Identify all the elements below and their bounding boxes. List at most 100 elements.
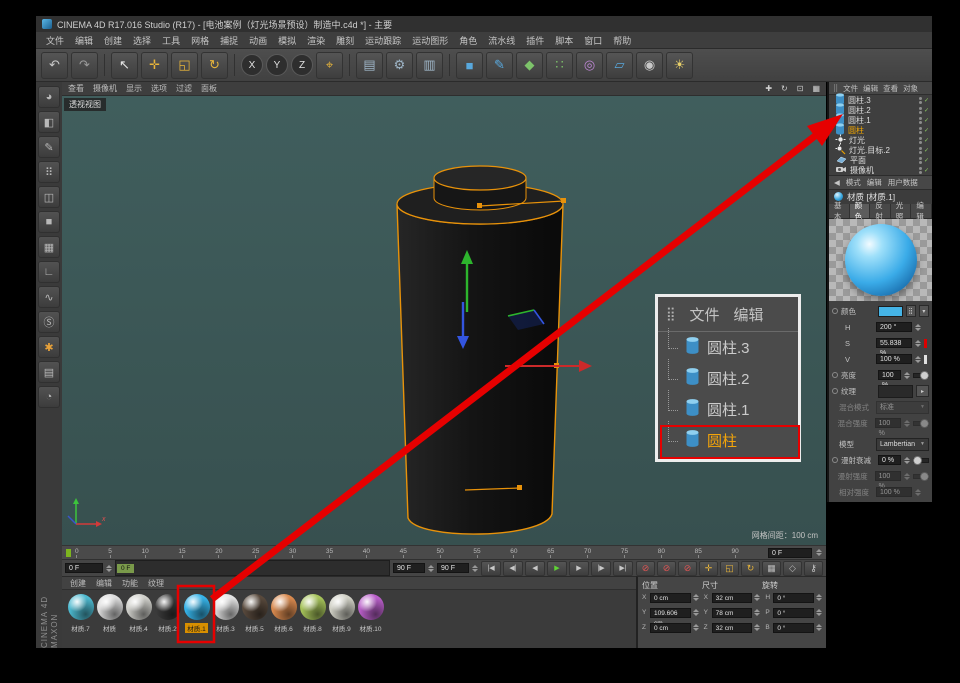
material-item[interactable]: 材质.5 <box>240 594 269 633</box>
current-frame-marker[interactable] <box>66 549 71 557</box>
texture-link-field[interactable] <box>878 385 913 398</box>
menu-item-4[interactable]: 工具 <box>162 34 180 47</box>
y-axis-button[interactable]: Y <box>266 54 288 76</box>
coord-spinner[interactable] <box>693 594 699 601</box>
goto-end-button[interactable]: ▶| <box>613 561 633 576</box>
axis-mode-icon[interactable]: ∟ <box>38 261 60 283</box>
coord-spinner[interactable] <box>754 594 760 601</box>
inset-menu-item-0[interactable]: 文件 <box>690 304 720 325</box>
value-field[interactable]: 200 ° <box>876 322 912 332</box>
value-spinner[interactable] <box>915 340 921 347</box>
swatch-menu-button[interactable]: ▾ <box>919 305 929 317</box>
value-field[interactable]: 100 % <box>875 418 901 428</box>
material-item[interactable]: 材质.1 <box>182 594 211 633</box>
material-item[interactable]: 材质.2 <box>153 594 182 633</box>
material-menu-item-1[interactable]: 编辑 <box>96 578 112 589</box>
spline-pen-icon[interactable]: ✎ <box>486 52 513 79</box>
enabled-check[interactable]: ✓ <box>924 107 929 114</box>
play-button[interactable]: ▶ <box>547 561 567 576</box>
coord-value-field[interactable]: 78 cm <box>712 608 753 618</box>
enabled-check[interactable]: ✓ <box>924 167 929 174</box>
visibility-dots[interactable] <box>919 157 922 164</box>
snap-icon[interactable]: ✱ <box>38 336 60 358</box>
edge-mode-icon[interactable]: ◫ <box>38 186 60 208</box>
coord-system-icon[interactable]: ⌖ <box>316 52 343 79</box>
visibility-dots[interactable] <box>919 127 922 134</box>
value-slider[interactable] <box>913 421 929 426</box>
select-tool-icon[interactable]: ↖ <box>111 52 138 79</box>
orbit-view-icon[interactable]: ↻ <box>781 84 788 93</box>
coord-spinner[interactable] <box>693 609 699 616</box>
back-icon[interactable]: ◀ <box>834 178 840 187</box>
deform-icon[interactable]: ◎ <box>576 52 603 79</box>
autokey-button[interactable]: ⊘ <box>657 561 676 576</box>
end-frame-field[interactable]: 90 F <box>393 563 425 573</box>
tab-4[interactable]: 光照 <box>891 204 912 218</box>
range-end-spinner[interactable] <box>472 565 478 572</box>
coord-spinner[interactable] <box>816 609 822 616</box>
menu-item-7[interactable]: 动画 <box>249 34 267 47</box>
visibility-dots[interactable] <box>919 117 922 124</box>
pan-view-icon[interactable]: ✚ <box>765 84 772 93</box>
render-settings-icon[interactable]: ⚙ <box>386 52 413 79</box>
object-menu-item-0[interactable]: 文件 <box>843 83 858 94</box>
menu-item-0[interactable]: 文件 <box>46 34 64 47</box>
enabled-check[interactable]: ✓ <box>924 117 929 124</box>
menu-item-8[interactable]: 模拟 <box>278 34 296 47</box>
material-item[interactable]: 材质 <box>95 594 124 633</box>
spline-icon[interactable]: ∿ <box>38 286 60 308</box>
menu-item-18[interactable]: 帮助 <box>613 34 631 47</box>
visibility-dots[interactable] <box>919 167 922 174</box>
record-scale-button[interactable]: ◱ <box>720 561 739 576</box>
rotate-tool-icon[interactable]: ↻ <box>201 52 228 79</box>
material-item[interactable]: 材质.9 <box>327 594 356 633</box>
value-slider[interactable] <box>913 373 929 378</box>
tab-5[interactable]: 编辑 <box>911 204 932 218</box>
enabled-check[interactable]: ✓ <box>924 137 929 144</box>
toggle-view-icon[interactable]: ▦ <box>812 84 820 93</box>
environment-icon[interactable]: ▱ <box>606 52 633 79</box>
menu-item-11[interactable]: 运动跟踪 <box>365 34 401 47</box>
coord-value-field[interactable]: 0 cm <box>650 593 691 603</box>
render-queue-icon[interactable]: ▥ <box>416 52 443 79</box>
keyframe-selection-button[interactable]: ⊘ <box>678 561 697 576</box>
value-spinner[interactable] <box>915 356 921 363</box>
prev-frame-button[interactable]: ◀ <box>525 561 545 576</box>
menu-item-10[interactable]: 雕刻 <box>336 34 354 47</box>
frame-field[interactable]: 0 F <box>768 548 812 558</box>
value-spinner[interactable] <box>904 420 910 427</box>
material-menu-item-0[interactable]: 创建 <box>70 578 86 589</box>
material-item[interactable]: 材质.8 <box>298 594 327 633</box>
redo-icon[interactable]: ↷ <box>71 52 98 79</box>
x-axis-button[interactable]: X <box>241 54 263 76</box>
next-frame-button[interactable]: ▶ <box>569 561 589 576</box>
value-field[interactable]: 0 % <box>878 455 901 465</box>
timeline-scrubber[interactable]: 0 F <box>115 560 390 576</box>
object-menu-item-1[interactable]: 编辑 <box>863 83 878 94</box>
material-item[interactable]: 材质.3 <box>211 594 240 633</box>
frame-field-spinner[interactable] <box>816 549 822 556</box>
coord-spinner[interactable] <box>816 624 822 631</box>
visibility-dots[interactable] <box>919 107 922 114</box>
move-tool-icon[interactable]: ✛ <box>141 52 168 79</box>
coord-value-field[interactable]: 0 ° <box>773 623 814 633</box>
value-field[interactable]: 100 % <box>876 354 912 364</box>
value-spinner[interactable] <box>904 473 910 480</box>
coord-spinner[interactable] <box>693 624 699 631</box>
material-item[interactable]: 材质.7 <box>66 594 95 633</box>
enabled-check[interactable]: ✓ <box>924 157 929 164</box>
viewport-menu-item-3[interactable]: 选项 <box>151 83 167 94</box>
coord-value-field[interactable]: 32 cm <box>712 593 753 603</box>
menu-item-14[interactable]: 流水线 <box>488 34 515 47</box>
value-spinner[interactable] <box>915 489 921 496</box>
viewport-menu-item-0[interactable]: 查看 <box>68 83 84 94</box>
zoom-view-icon[interactable]: ⊡ <box>797 84 804 93</box>
record-rotation-button[interactable]: ↻ <box>741 561 760 576</box>
menu-item-5[interactable]: 网格 <box>191 34 209 47</box>
animation-dot[interactable] <box>832 372 838 378</box>
inset-menu-item-1[interactable]: 编辑 <box>734 304 764 325</box>
menu-item-17[interactable]: 窗口 <box>584 34 602 47</box>
value-field[interactable]: 100 % <box>876 487 912 497</box>
menu-item-12[interactable]: 运动图形 <box>412 34 448 47</box>
coord-value-field[interactable]: 0 ° <box>773 593 814 603</box>
